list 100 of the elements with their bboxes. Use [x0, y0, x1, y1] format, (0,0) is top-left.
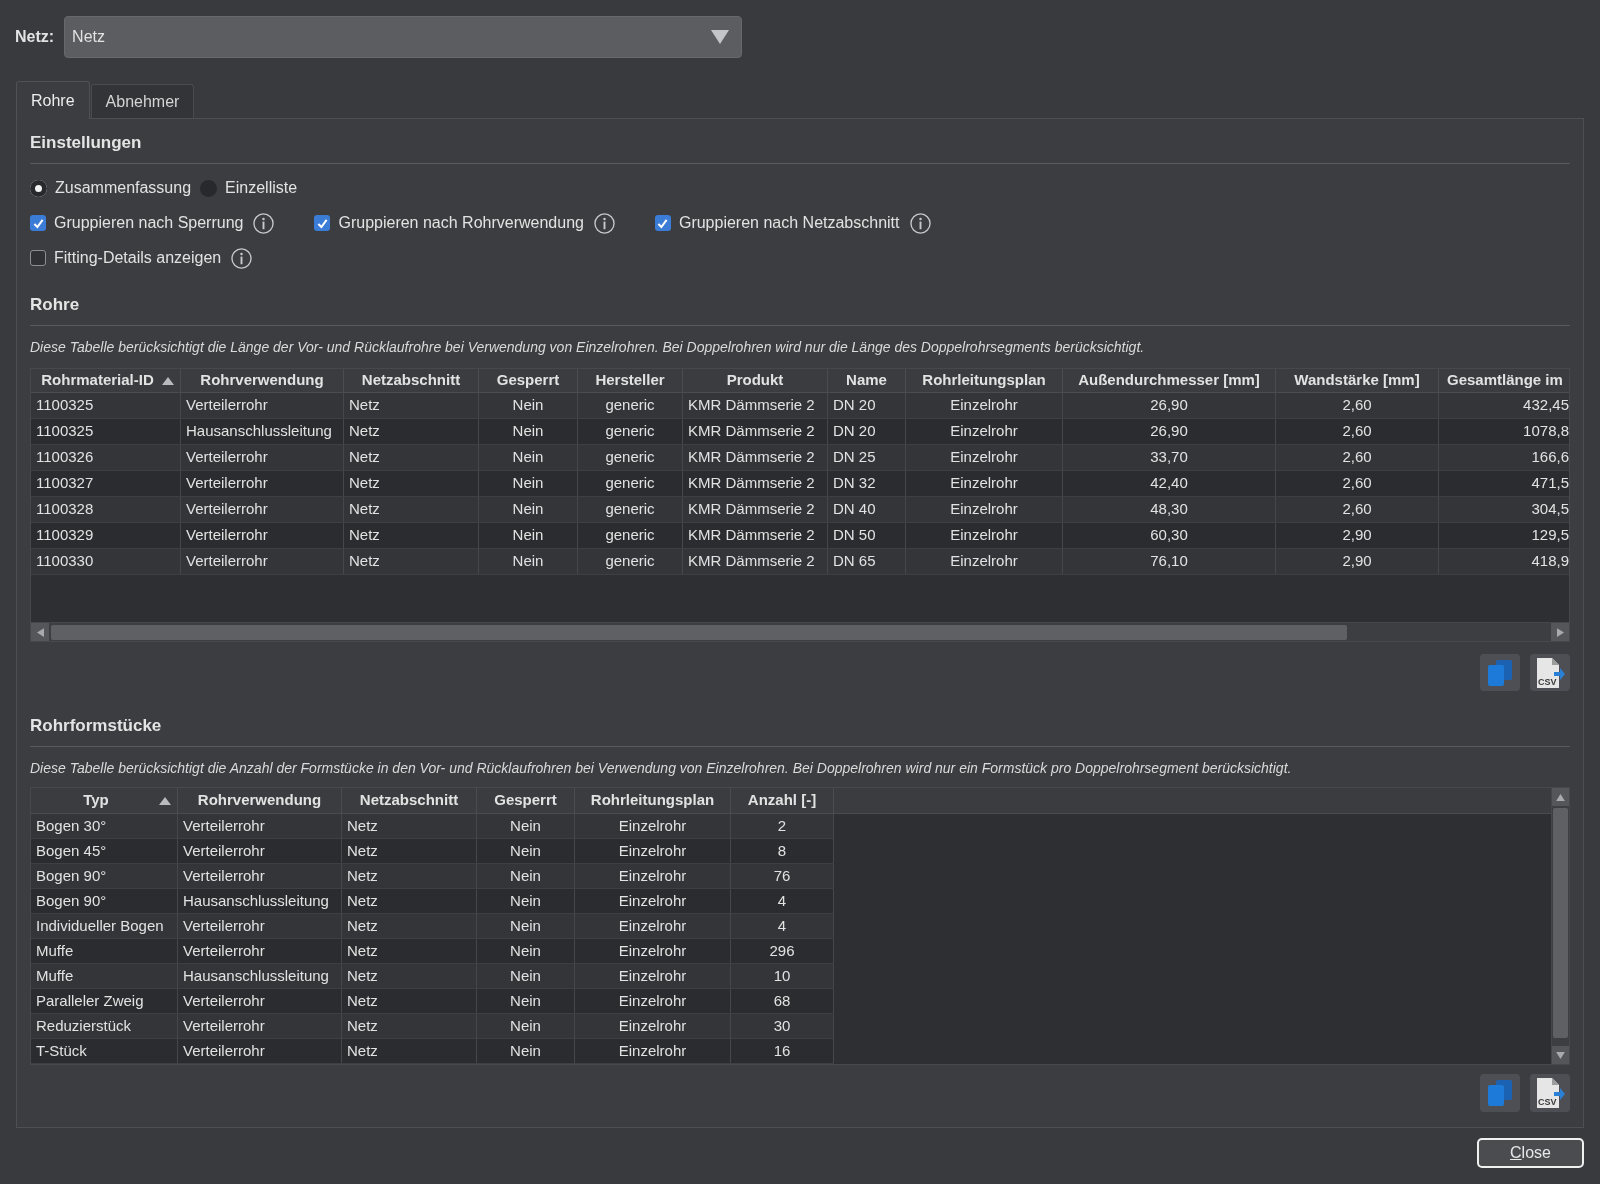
- scroll-up-button[interactable]: [1552, 788, 1569, 806]
- column-header[interactable]: Netzabschnitt: [342, 788, 477, 813]
- table-cell: DN 20: [828, 393, 906, 418]
- info-icon[interactable]: [231, 247, 253, 269]
- table-cell: 1100325: [31, 393, 181, 418]
- table-cell: generic: [578, 471, 683, 496]
- table-cell: Netz: [342, 1039, 477, 1063]
- column-header[interactable]: Netzabschnitt: [344, 369, 479, 392]
- copy-button[interactable]: [1480, 1074, 1520, 1112]
- table-cell: Verteilerrohr: [181, 471, 344, 496]
- table-cell: Bogen 90°: [31, 889, 178, 913]
- triangle-up-icon: [1556, 793, 1565, 801]
- column-header[interactable]: Hersteller: [578, 369, 683, 392]
- radio-button[interactable]: [30, 179, 47, 197]
- table-cell: Einzelrohr: [575, 1014, 731, 1038]
- table-cell: Netz: [342, 914, 477, 938]
- checkbox-label[interactable]: Gruppieren nach Netzabschnitt: [678, 211, 900, 235]
- section-heading: Einstellungen: [30, 132, 143, 154]
- checkbox[interactable]: [654, 215, 671, 231]
- table-cell: Einzelrohr: [906, 497, 1063, 522]
- checkbox[interactable]: [30, 215, 46, 231]
- table-cell: Netz: [344, 471, 479, 496]
- column-header[interactable]: Produkt: [683, 369, 828, 392]
- horizontal-scrollbar[interactable]: [31, 622, 1569, 641]
- scroll-down-button[interactable]: [1552, 1046, 1569, 1064]
- table-cell: Einzelrohr: [906, 549, 1063, 574]
- checkmark-icon: [32, 217, 44, 229]
- column-header[interactable]: Wandstärke [mm]: [1276, 369, 1439, 392]
- table-cell: KMR Dämmserie 2: [683, 393, 828, 418]
- scrollbar-thumb[interactable]: [1553, 808, 1568, 1038]
- table-cell: 26,90: [1063, 393, 1276, 418]
- table-cell: Nein: [479, 523, 578, 548]
- table-cell: KMR Dämmserie 2: [683, 419, 828, 444]
- table-cell: KMR Dämmserie 2: [683, 497, 828, 522]
- table-cell: Einzelrohr: [575, 964, 731, 988]
- column-header[interactable]: Rohrverwendung: [181, 369, 344, 392]
- checkbox[interactable]: [314, 215, 331, 231]
- scrollbar-thumb[interactable]: [51, 624, 1347, 640]
- column-header[interactable]: Rohrleitungsplan: [575, 788, 731, 813]
- table-cell: 1100329: [31, 523, 181, 548]
- dropdown[interactable]: Netz: [64, 16, 743, 58]
- table-cell: Nein: [479, 471, 578, 496]
- table-cell: Netz: [342, 964, 477, 988]
- tab[interactable]: Abnehmer: [90, 84, 195, 118]
- table-cell: Einzelrohr: [575, 889, 731, 913]
- table-cell: Einzelrohr: [575, 914, 731, 938]
- table-cell: Netz: [342, 939, 477, 963]
- column-header[interactable]: Name: [828, 369, 906, 392]
- table-cell: 2,60: [1276, 419, 1439, 444]
- column-header[interactable]: Anzahl [-]: [731, 788, 834, 813]
- table-cell: generic: [578, 419, 683, 444]
- column-header[interactable]: Außendurchmesser [mm]: [1063, 369, 1276, 392]
- info-icon[interactable]: [909, 212, 931, 234]
- column-header[interactable]: Gesamtlänge im: [1439, 369, 1569, 392]
- column-header[interactable]: Rohrleitungsplan: [906, 369, 1063, 392]
- table-cell: 1100327: [31, 471, 181, 496]
- table-cell: KMR Dämmserie 2: [683, 549, 828, 574]
- checkbox[interactable]: [30, 250, 46, 266]
- column-header[interactable]: Gesperrt: [477, 788, 575, 813]
- table-cell: Verteilerrohr: [178, 989, 342, 1013]
- table-cell: Muffe: [31, 939, 178, 963]
- table-cell: Netz: [344, 497, 479, 522]
- table-cell: 10: [731, 964, 834, 988]
- table-cell: generic: [578, 523, 683, 548]
- info-icon[interactable]: [593, 212, 615, 234]
- field-label: Netz:: [15, 27, 55, 47]
- table-cell: Einzelrohr: [575, 814, 731, 838]
- table-cell: DN 65: [828, 549, 906, 574]
- close-button[interactable]: Close: [1477, 1138, 1584, 1168]
- tab[interactable]: Rohre: [16, 81, 90, 119]
- table-cell: Nein: [477, 989, 575, 1013]
- checkbox-label[interactable]: Fitting-Details anzeigen: [54, 246, 222, 270]
- table-cell-text: 471,5: [1530, 473, 1569, 494]
- table-cell: 2: [731, 814, 834, 838]
- table-cell: 2,60: [1276, 393, 1439, 418]
- column-header[interactable]: Rohrmaterial-ID: [31, 369, 181, 392]
- column-header[interactable]: Gesperrt: [479, 369, 578, 392]
- radio-label[interactable]: Zusammenfassung: [55, 176, 192, 200]
- table-cell-text: 129,5: [1530, 525, 1569, 546]
- column-header[interactable]: Rohrverwendung: [178, 788, 342, 813]
- scroll-right-button[interactable]: [1551, 623, 1569, 641]
- table-cell-text: 432,45: [1522, 395, 1569, 416]
- table-cell: 2,90: [1276, 523, 1439, 548]
- caret-down-icon: [711, 30, 730, 44]
- table-description: Diese Tabelle berücksichtigt die Länge der Vor- und Rücklaufrohre bei Verwendung von Einzelrohren. Bei Doppelrohren wird nur die Länge des Doppelrohrsegments berücksichtigt.: [30, 338, 1146, 357]
- table-cell: Bogen 45°: [31, 839, 178, 863]
- scroll-left-button[interactable]: [31, 623, 49, 641]
- table-cell-text: 1078,8: [1522, 421, 1569, 442]
- section-heading: Rohre: [30, 294, 81, 316]
- column-header[interactable]: Typ: [31, 788, 178, 813]
- checkbox-label[interactable]: Gruppieren nach Rohrverwendung: [338, 211, 584, 235]
- table-cell: Netz: [342, 889, 477, 913]
- radio-label[interactable]: Einzelliste: [225, 176, 298, 200]
- table-cell-text: 304,5: [1530, 499, 1569, 520]
- table-cell: 1100325: [31, 419, 181, 444]
- table-cell: Einzelrohr: [575, 1039, 731, 1063]
- checkbox-label[interactable]: Gruppieren nach Sperrung: [54, 211, 244, 235]
- copy-button[interactable]: [1480, 654, 1520, 691]
- info-icon[interactable]: [253, 212, 275, 234]
- vertical-scrollbar[interactable]: [1551, 788, 1569, 1064]
